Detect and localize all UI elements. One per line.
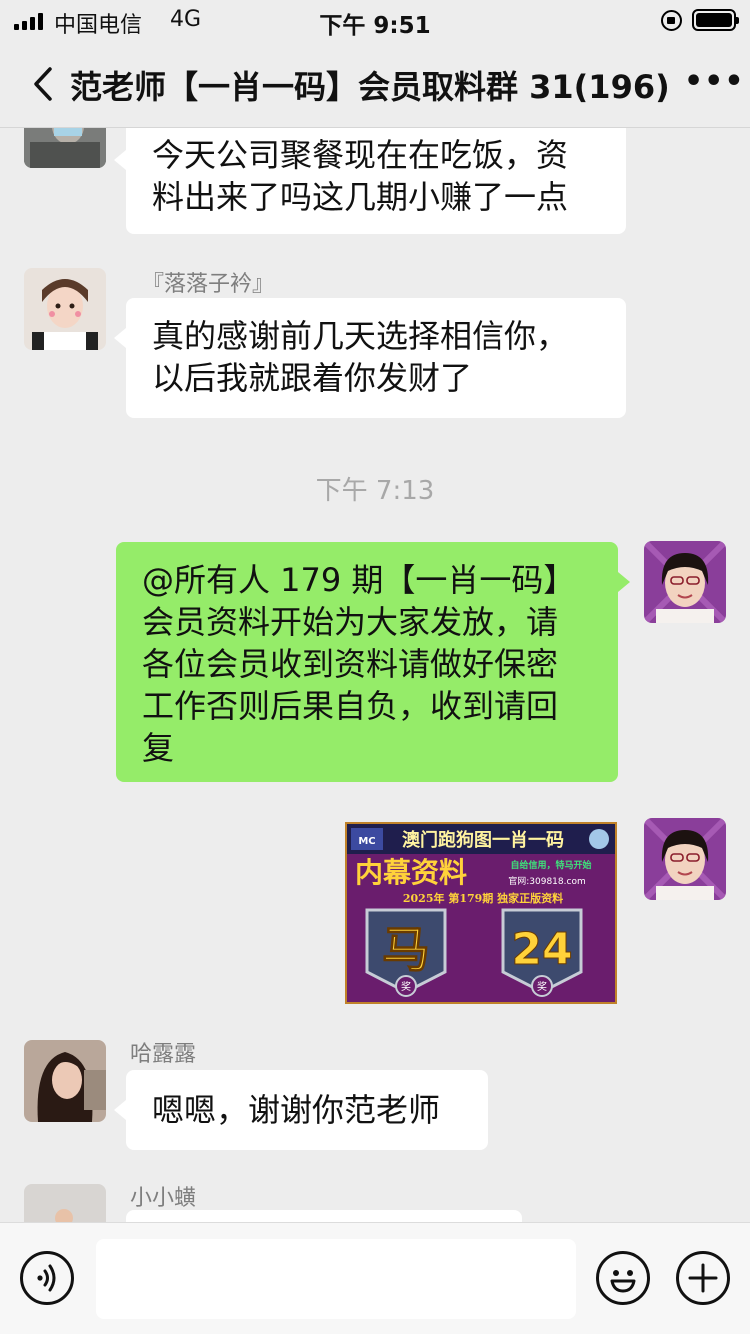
promo-badge: 奖 [401,980,411,993]
promo-badge: 奖 [537,980,547,993]
rotation-lock-icon [661,10,682,31]
promo-number: 24 [511,924,572,975]
status-time: 下午 9:51 [319,13,431,39]
message-line: 料出来了吗这几期小赚了一点 [152,178,569,216]
emoji-icon[interactable] [596,1251,650,1305]
promo-image[interactable]: MC 澳门跑狗图一肖一码 内幕资料 自给信用，特马开始 官网:309818.co… [345,822,617,1004]
message-line: 复 [142,729,175,767]
message-bubble[interactable]: 真的感谢前几天选择相信你， 以后我就跟着你发财了 [114,298,626,418]
promo-site: 官网:309818.com [508,875,585,887]
avatar[interactable] [24,1040,106,1122]
plus-icon[interactable] [676,1251,730,1305]
chat-header: 范老师【一肖一码】会员取料群 31(196) ••• [0,40,750,128]
sender-name: 哈露露 [130,1042,197,1067]
promo-graphic: MC 澳门跑狗图一肖一码 内幕资料 自给信用，特马开始 官网:309818.co… [347,824,615,1002]
battery-icon [692,9,739,31]
avatar-self[interactable] [644,818,726,900]
back-icon[interactable] [30,66,58,102]
message-line: 各位会员收到资料请做好保密 [142,645,559,683]
avatar[interactable] [24,268,106,350]
input-bar [0,1222,750,1334]
message-bubble[interactable]: 嗯嗯，谢谢你范老师 [114,1070,488,1150]
sender-name: 小小蟥 [130,1186,197,1211]
message-line: @所有人 179 期【一肖一码】 [142,561,576,599]
message-line: 工作否则后果自负，收到请回 [142,687,559,725]
chat-title: 范老师【一肖一码】会员取料群 31(196) [70,68,670,106]
message-line: 嗯嗯，谢谢你范老师 [152,1091,441,1129]
message-line: 会员资料开始为大家发放，请 [142,603,559,641]
voice-icon[interactable] [20,1251,74,1305]
promo-subtitle: 内幕资料 [355,856,467,889]
message-line: 以后我就跟着你发财了 [152,359,473,397]
promo-slogan: 自给信用，特马开始 [510,859,591,871]
message-input[interactable] [96,1239,576,1319]
promo-zodiac: 马 [382,922,430,978]
svg-text:MC: MC [358,836,375,847]
promo-issue: 2025年 第179期 独家正版资料 [403,891,563,905]
status-bar: 中国电信 4G 下午 9:51 [0,0,750,40]
message-bubble[interactable]: 今天公司聚餐现在在吃饭，资 料出来了吗这几期小赚了一点 [114,120,626,234]
time-separator: 下午 7:13 [315,476,435,506]
message-bubble-outgoing[interactable]: @所有人 179 期【一肖一码】 会员资料开始为大家发放，请 各位会员收到资料请… [116,542,630,782]
promo-headline: 澳门跑狗图一肖一码 [402,829,564,851]
more-options-icon[interactable]: ••• [684,64,745,99]
message-line: 真的感谢前几天选择相信你， [152,317,569,355]
avatar-self[interactable] [644,541,726,623]
sender-name: 『落落子衿』 [142,272,275,297]
message-line: 今天公司聚餐现在在吃饭，资 [152,136,569,174]
